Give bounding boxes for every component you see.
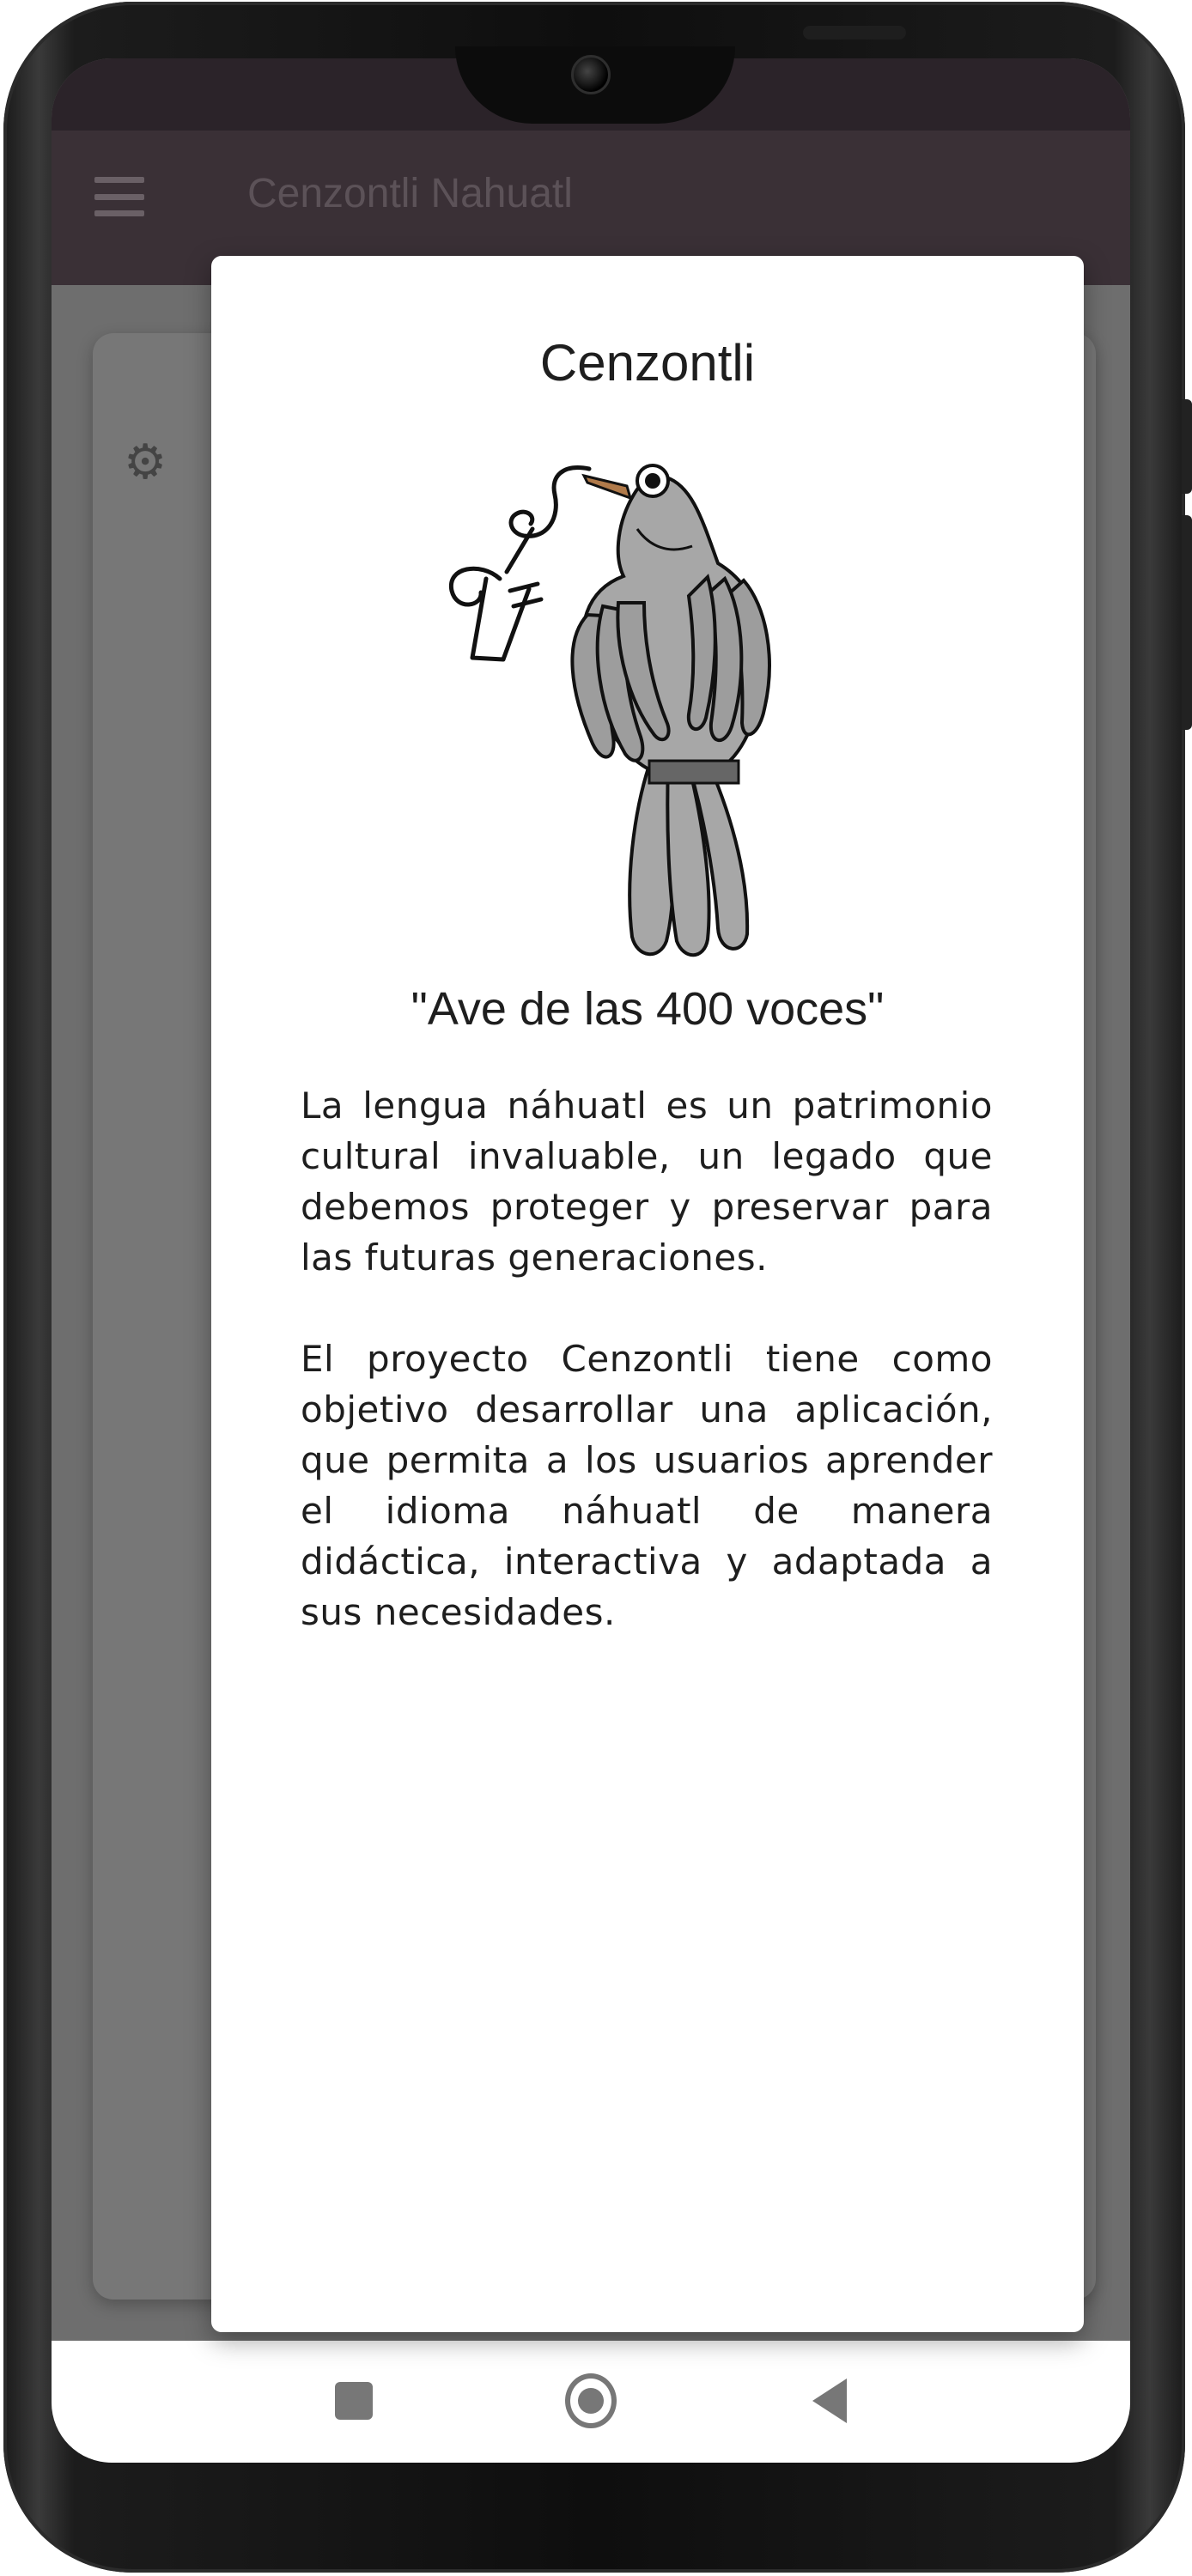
square-recents-icon[interactable] [328, 2375, 380, 2427]
paragraph-heritage: La lengua náhuatl es un patrimonio cultu… [301, 1084, 993, 1279]
about-dialog: Cenzontli "Ave de las 400 voces" La leng… [211, 256, 1084, 2332]
dialog-title: Cenzontli [539, 334, 756, 392]
dialog-subtitle: "Ave de las 400 voces" [411, 983, 885, 1035]
screen: Cenzontli Nahuatl ⚙ Cenzontli "Ave de la… [52, 58, 1130, 2463]
card-icon: ⚙ [124, 434, 167, 490]
triangle-back-icon[interactable] [804, 2375, 855, 2427]
hamburger-menu-icon[interactable] [94, 177, 144, 216]
navigation-bar [52, 2341, 1130, 2463]
earpiece-speaker [803, 26, 906, 39]
power-button [1182, 399, 1192, 494]
circle-home-icon[interactable] [565, 2373, 617, 2428]
dialog-body: La lengua náhuatl es un patrimonio cultu… [301, 1080, 993, 1637]
paragraph-project-goal: El proyecto Cenzontli tiene como objetiv… [301, 1338, 993, 1633]
cenzontli-bird-illustration [435, 434, 847, 967]
front-camera-icon [571, 55, 611, 94]
volume-button [1182, 515, 1192, 730]
app-title: Cenzontli Nahuatl [247, 171, 573, 216]
device-frame: Cenzontli Nahuatl ⚙ Cenzontli "Ave de la… [0, 0, 1192, 2576]
